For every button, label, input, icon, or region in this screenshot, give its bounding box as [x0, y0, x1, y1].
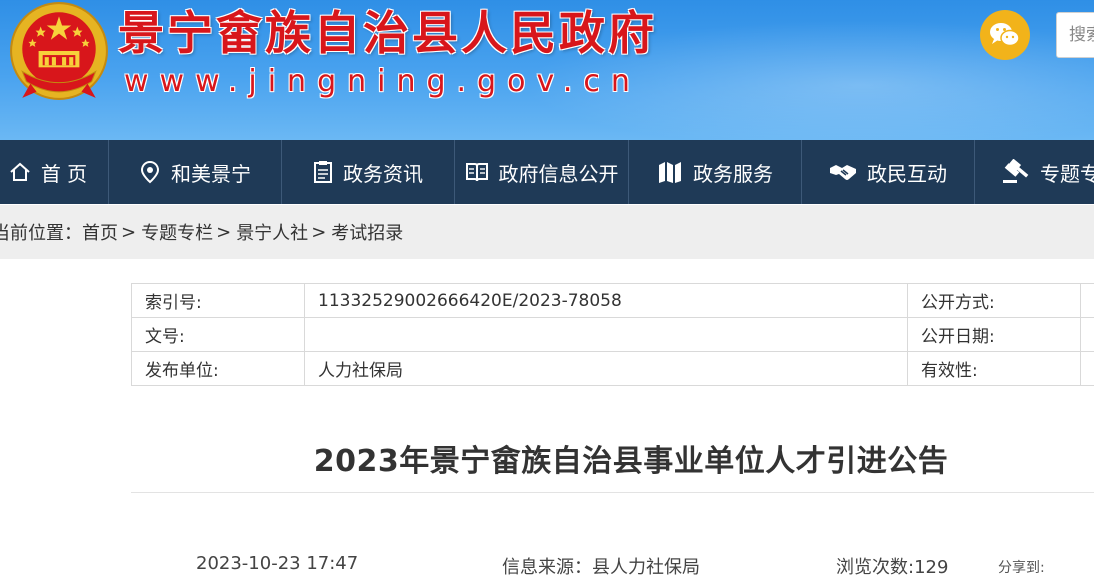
breadcrumb-link-exam-recruitment[interactable]: 考试招录 — [331, 219, 403, 245]
breadcrumb-separator: > — [121, 221, 137, 243]
map-icon — [659, 162, 681, 183]
publisher-value: 人力社保局 — [304, 351, 908, 386]
disclosure-method-label: 公开方式: — [907, 283, 1081, 318]
search-box — [1056, 12, 1094, 58]
nav-item-label: 首 页 — [40, 161, 88, 186]
main-nav: 首 页 和美景宁 政务资讯 政府信息公开 政务服务 政民互动 专题专栏 — [0, 140, 1094, 204]
nav-item-label: 政务服务 — [693, 161, 773, 186]
nav-item-hemei-jingning[interactable]: 和美景宁 — [109, 140, 282, 204]
breadcrumb-separator: > — [311, 221, 327, 243]
publish-date-value — [1080, 317, 1094, 352]
nav-item-home[interactable]: 首 页 — [0, 140, 109, 204]
document-number-label: 文号: — [131, 317, 305, 352]
gavel-icon — [1003, 159, 1029, 183]
nav-item-label: 政务资讯 — [343, 161, 423, 186]
nav-item-label: 和美景宁 — [171, 161, 251, 186]
table-row: 索引号: 11332529002666420E/2023-78058 公开方式: — [131, 283, 1094, 318]
article-title: 2023年景宁畲族自治县事业单位人才引进公告 — [313, 444, 949, 479]
nav-item-government-news[interactable]: 政务资讯 — [282, 140, 455, 204]
nav-item-government-services[interactable]: 政务服务 — [629, 140, 802, 204]
breadcrumb-lead: 当前位置： — [0, 223, 82, 244]
handshake-icon — [830, 165, 856, 180]
wechat-button[interactable] — [980, 10, 1030, 60]
document-number-value — [304, 317, 908, 352]
wechat-icon — [990, 23, 1020, 47]
index-number-label: 索引号: — [131, 283, 305, 318]
breadcrumb-link-special-topics[interactable]: 专题专栏 — [141, 219, 213, 245]
national-emblem-icon[interactable] — [8, 0, 110, 102]
validity-label: 有效性: — [907, 351, 1081, 386]
validity-value — [1080, 351, 1094, 386]
breadcrumb-link-jingning-hr[interactable]: 景宁人社 — [236, 219, 308, 245]
publisher-label: 发布单位: — [131, 351, 305, 386]
nav-item-special-topics[interactable]: 专题专栏 — [975, 140, 1094, 204]
article-date: 2023-10-23 17:47 — [196, 553, 359, 574]
publish-date-label: 公开日期: — [907, 317, 1081, 352]
article-source: 信息来源：县人力社保局 — [502, 557, 700, 578]
nav-item-label: 专题专栏 — [1040, 161, 1094, 186]
nav-item-label: 政府信息公开 — [498, 161, 619, 186]
table-row: 发布单位: 人力社保局 有效性: — [131, 351, 1094, 386]
site-name[interactable]: 景宁畲族自治县人民政府 — [118, 2, 657, 64]
nav-item-public-interaction[interactable]: 政民互动 — [802, 140, 975, 204]
article-views: 浏览次数:129 — [836, 557, 949, 578]
search-input[interactable] — [1057, 13, 1094, 57]
site-url: www.jingning.gov.cn — [124, 64, 641, 99]
breadcrumb-link-home[interactable]: 首页 — [82, 219, 118, 245]
share-label: 分享到: — [998, 560, 1045, 576]
index-number-value: 11332529002666420E/2023-78058 — [304, 283, 908, 318]
breadcrumb-separator: > — [216, 221, 232, 243]
title-divider — [131, 492, 1094, 493]
home-icon — [10, 162, 30, 181]
table-row: 文号: 公开日期: — [131, 317, 1094, 352]
nav-item-info-disclosure[interactable]: 政府信息公开 — [455, 140, 629, 204]
breadcrumb: 当前位置： 首页 > 专题专栏 > 景宁人社 > 考试招录 — [0, 205, 1094, 259]
clipboard-icon — [314, 161, 332, 183]
metadata-table: 索引号: 11332529002666420E/2023-78058 公开方式:… — [131, 283, 1094, 386]
open-book-icon — [465, 163, 488, 182]
site-header: 景宁畲族自治县人民政府 www.jingning.gov.cn — [0, 0, 1094, 140]
location-pin-icon — [140, 160, 160, 184]
nav-item-label: 政民互动 — [867, 161, 947, 186]
disclosure-method-value — [1080, 283, 1094, 318]
